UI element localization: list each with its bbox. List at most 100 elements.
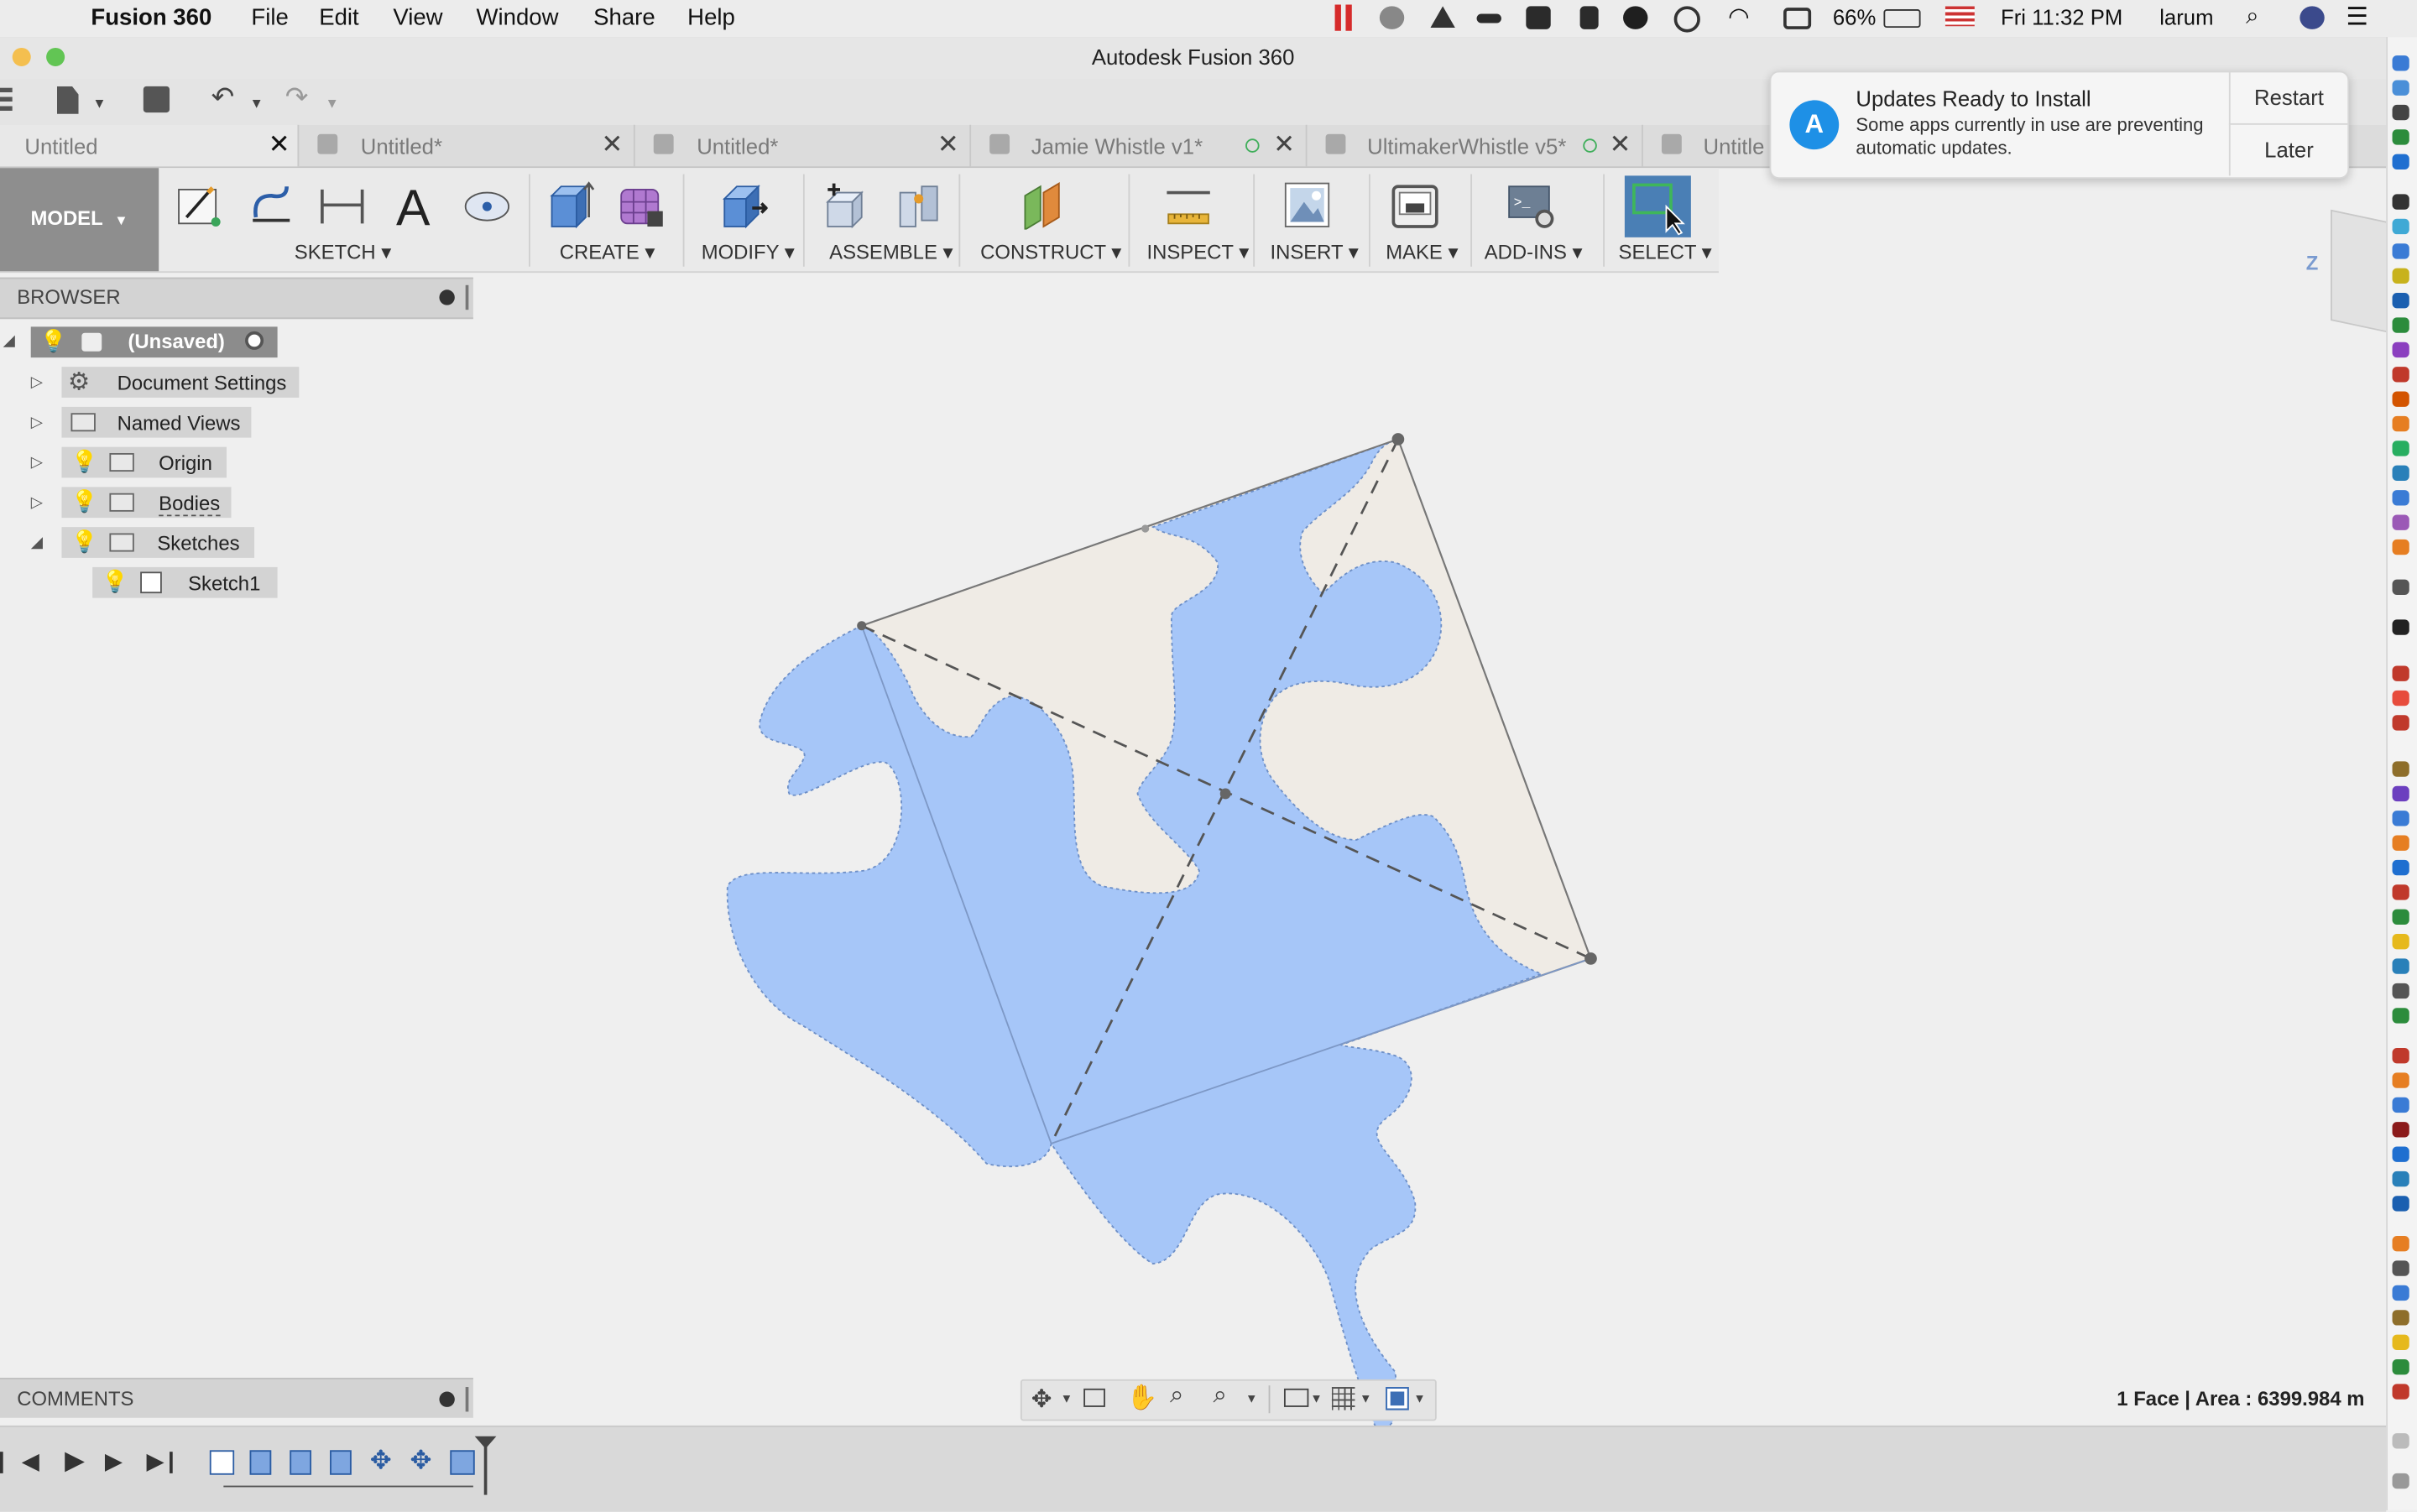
sketch-point[interactable] <box>1141 524 1150 533</box>
dock-app-icon[interactable] <box>2392 1285 2409 1301</box>
dock-app-icon[interactable] <box>2392 1334 2409 1350</box>
app-store-icon: A <box>1789 100 1840 150</box>
timeline-marker-handle[interactable] <box>474 1436 497 1449</box>
step-forward-icon[interactable]: ▶ <box>105 1447 123 1474</box>
dock-app-icon[interactable] <box>2392 1196 2409 1212</box>
dock-app-icon[interactable] <box>2392 1260 2409 1276</box>
timeline-move-icon-2[interactable]: ✥ <box>410 1446 432 1477</box>
timeline: ◀ ▶ ▶ ▶ ✥ ✥ <box>0 1425 2387 1512</box>
dock-app-icon[interactable] <box>2392 934 2409 950</box>
dock-app-icon[interactable] <box>2392 909 2409 925</box>
dock-app-icon[interactable] <box>2392 243 2409 259</box>
model-canvas[interactable] <box>0 0 2386 1510</box>
timeline-edge <box>0 1452 3 1473</box>
dock-app-icon[interactable] <box>2392 1008 2409 1024</box>
end-bar <box>170 1452 173 1473</box>
dock-app-icon[interactable] <box>2392 1384 2409 1400</box>
dock-app-icon[interactable] <box>2392 579 2409 595</box>
dock-app-icon[interactable] <box>2392 859 2409 876</box>
timeline-extrude-icon-3[interactable] <box>330 1450 352 1475</box>
timeline-extrude-icon-2[interactable] <box>290 1450 312 1475</box>
dock-app-icon[interactable] <box>2392 104 2409 121</box>
dock-app-icon[interactable] <box>2392 811 2409 826</box>
dock-app-icon[interactable] <box>2392 619 2409 635</box>
expand-icon[interactable] <box>439 1391 455 1407</box>
dock-app-icon[interactable] <box>2392 1072 2409 1088</box>
sketch-point[interactable] <box>1584 952 1597 965</box>
dock-app-icon[interactable] <box>2392 317 2409 333</box>
dock-app-icon[interactable] <box>2392 690 2409 706</box>
dock-app-icon[interactable] <box>2392 441 2409 456</box>
dock-app-icon[interactable] <box>2392 514 2409 530</box>
grid-icon[interactable] <box>1331 1387 1355 1410</box>
zoom-icon[interactable]: ⌕ <box>1170 1383 1183 1410</box>
timeline-feature-icon[interactable] <box>450 1450 475 1475</box>
chevron-down-icon[interactable]: ▼ <box>1413 1392 1426 1406</box>
divider <box>1268 1385 1271 1414</box>
step-back-icon[interactable]: ◀ <box>22 1447 39 1474</box>
dock-app-icon[interactable] <box>2392 665 2409 681</box>
viewports-icon[interactable] <box>1386 1387 1409 1410</box>
timeline-extrude-icon[interactable] <box>249 1450 272 1475</box>
dock-app-icon[interactable] <box>2392 983 2409 999</box>
dock-app-icon[interactable] <box>2392 958 2409 974</box>
timeline-sketch-icon[interactable] <box>209 1450 235 1475</box>
sketch-point[interactable] <box>857 621 867 631</box>
dock-app-icon[interactable] <box>2392 465 2409 482</box>
dock-app-icon[interactable] <box>2392 55 2409 71</box>
dock-app-icon[interactable] <box>2392 415 2409 432</box>
update-notification[interactable]: A Updates Ready to Install Some apps cur… <box>1769 70 2350 180</box>
dock-app-icon[interactable] <box>2392 154 2409 170</box>
dock-app-icon[interactable] <box>2392 268 2409 284</box>
dock-app-icon[interactable] <box>2392 1310 2409 1326</box>
dock-app-icon[interactable] <box>2392 218 2409 235</box>
play-icon[interactable]: ▶ <box>65 1446 85 1477</box>
dock-app-icon[interactable] <box>2392 1097 2409 1113</box>
dock-app-icon[interactable] <box>2392 785 2409 802</box>
pin-icon[interactable] <box>465 1387 469 1412</box>
dock-app-icon[interactable] <box>2392 835 2409 851</box>
pan-icon[interactable]: ✋ <box>1127 1383 1158 1414</box>
restart-button[interactable]: Restart <box>2228 72 2348 125</box>
orbit-icon[interactable]: ✥ <box>1031 1384 1052 1415</box>
dock-app-icon[interactable] <box>2392 1047 2409 1064</box>
app-dock <box>2386 37 2417 1510</box>
selection-status: 1 Face | Area : 6399.984 m <box>2117 1387 2365 1410</box>
go-to-end-icon[interactable]: ▶ <box>146 1447 164 1474</box>
dock-app-icon[interactable] <box>2392 884 2409 900</box>
display-settings-icon[interactable] <box>1283 1388 1309 1407</box>
chevron-down-icon[interactable]: ▼ <box>1061 1392 1073 1406</box>
chevron-down-icon[interactable]: ▼ <box>1360 1392 1372 1406</box>
dock-app-icon[interactable] <box>2392 1433 2409 1449</box>
dock-app-icon[interactable] <box>2392 129 2409 145</box>
dock-app-icon[interactable] <box>2392 80 2409 96</box>
screen: Fusion 360 File Edit View Window Share H… <box>0 0 2417 1512</box>
dock-app-icon[interactable] <box>2392 1122 2409 1138</box>
timeline-track <box>223 1485 473 1488</box>
dock-app-icon[interactable] <box>2392 367 2409 383</box>
dock-app-icon[interactable] <box>2392 292 2409 309</box>
dock-app-icon[interactable] <box>2392 1358 2409 1375</box>
dock-app-icon[interactable] <box>2392 715 2409 731</box>
later-button[interactable]: Later <box>2228 124 2347 176</box>
timeline-move-icon[interactable]: ✥ <box>370 1446 392 1477</box>
comments-panel[interactable]: COMMENTS <box>0 1378 473 1418</box>
chevron-down-icon[interactable]: ▼ <box>1245 1392 1258 1406</box>
sketch-point[interactable] <box>1391 433 1405 446</box>
dock-app-icon[interactable] <box>2392 391 2409 407</box>
notification-body: Some apps currently in use are preventin… <box>1856 113 2204 159</box>
dock-app-icon[interactable] <box>2392 194 2409 210</box>
comments-title: COMMENTS <box>17 1387 134 1410</box>
chevron-down-icon[interactable]: ▼ <box>1310 1392 1323 1406</box>
look-at-icon[interactable] <box>1083 1388 1105 1407</box>
sketch-center-point[interactable] <box>1219 788 1231 800</box>
dock-app-icon[interactable] <box>2392 1146 2409 1162</box>
dock-app-icon[interactable] <box>2392 490 2409 506</box>
dock-app-icon[interactable] <box>2392 342 2409 358</box>
dock-app-icon[interactable] <box>2392 1236 2409 1252</box>
dock-app-icon[interactable] <box>2392 761 2409 777</box>
dock-app-icon[interactable] <box>2392 1170 2409 1187</box>
dock-app-icon[interactable] <box>2392 539 2409 555</box>
dock-app-icon[interactable] <box>2392 1473 2409 1489</box>
fit-icon[interactable]: ⌕ <box>1213 1383 1226 1410</box>
